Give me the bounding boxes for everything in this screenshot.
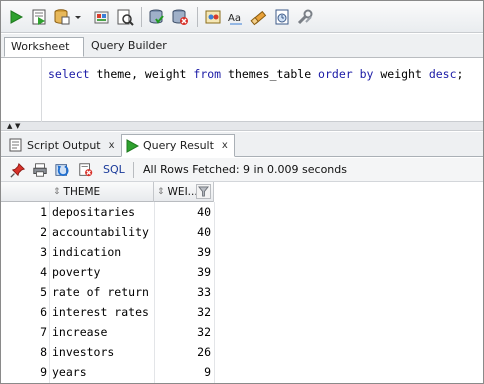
row-number: 2 (40, 225, 47, 239)
row-number: 8 (40, 345, 47, 359)
result-tab-bar: Script Output x Query Result x (1, 132, 483, 157)
column-label: WEI... (167, 186, 198, 198)
row-number: 7 (40, 325, 47, 339)
svg-text:Aa: Aa (228, 13, 241, 24)
table-row[interactable]: 6 interest rates 32 (1, 302, 214, 322)
pin-icon[interactable] (9, 161, 27, 179)
weight-cell[interactable]: 26 (154, 342, 211, 362)
result-toolbar: SQL All Rows Fetched: 9 in 0.009 seconds (1, 158, 483, 182)
tab-query-result[interactable]: Query Result x (121, 134, 235, 157)
run-statement-icon[interactable] (7, 8, 25, 26)
dropdown-arrow-icon[interactable] (73, 8, 83, 26)
row-number: 9 (40, 365, 47, 379)
theme-cell[interactable]: investors (52, 342, 154, 362)
tab-label: Script Output (27, 138, 101, 152)
close-icon[interactable]: x (222, 140, 228, 151)
case-convert-icon[interactable]: Aa (227, 8, 245, 26)
weight-cell[interactable]: 39 (154, 262, 211, 282)
collapse-down-icon[interactable]: ▼ (15, 123, 20, 130)
main-toolbar: Aa (1, 1, 483, 33)
table-row[interactable]: 3 indication 39 (1, 242, 214, 262)
column-header-theme[interactable]: ⇕ THEME (49, 182, 154, 202)
table-row[interactable]: 1 depositaries 40 (1, 202, 214, 222)
refresh-icon[interactable] (54, 161, 72, 179)
keyword-desc: desc (428, 67, 457, 81)
weight-cell[interactable]: 32 (154, 322, 211, 342)
autotrace-icon[interactable] (116, 8, 134, 26)
tuning-advisor-icon[interactable] (204, 8, 222, 26)
tab-query-builder[interactable]: Query Builder (85, 37, 173, 57)
sort-icon: ⇕ (53, 187, 61, 197)
fetch-status: All Rows Fetched: 9 in 0.009 seconds (143, 163, 347, 176)
row-number: 6 (40, 305, 47, 319)
keyword-order-by: order by (318, 67, 374, 81)
column-label: THEME (63, 186, 101, 198)
weight-cell[interactable]: 40 (154, 222, 211, 242)
sql-editor[interactable]: select theme, weight from themes_table o… (1, 58, 483, 122)
delete-query-icon[interactable] (77, 161, 95, 179)
row-number: 1 (40, 205, 47, 219)
theme-cell[interactable]: increase (52, 322, 154, 342)
keyword-from: from (193, 67, 222, 81)
weight-cell[interactable]: 32 (154, 302, 211, 322)
sql-developer-window: Aa Worksheet Query Builder select theme,… (0, 0, 484, 384)
theme-cell[interactable]: depositaries (52, 202, 154, 222)
script-output-icon (9, 138, 23, 152)
collapse-up-icon[interactable]: ▲ (7, 123, 12, 130)
table-row[interactable]: 9 years 9 (1, 362, 214, 382)
table-row[interactable]: 4 poverty 39 (1, 262, 214, 282)
code-text: themes_table (221, 67, 319, 81)
theme-cell[interactable]: indication (52, 242, 154, 262)
theme-cell[interactable]: interest rates (52, 302, 154, 322)
run-script-icon[interactable] (30, 8, 48, 26)
sql-statement[interactable]: select theme, weight from themes_table o… (48, 67, 463, 81)
tools-icon[interactable] (296, 8, 314, 26)
column-header-weight[interactable]: ⇕ WEI... (154, 182, 214, 202)
code-text: ; (456, 67, 464, 81)
history-icon[interactable] (273, 8, 291, 26)
theme-cell[interactable]: accountability (52, 222, 154, 242)
worksheet-tab-bar: Worksheet Query Builder (1, 34, 483, 58)
row-number: 4 (40, 265, 47, 279)
editor-gutter (41, 58, 42, 122)
run-statement-icon (125, 138, 139, 153)
explain-plan-icon[interactable] (148, 8, 166, 26)
filter-icon[interactable] (196, 184, 211, 199)
clear-icon[interactable] (250, 8, 268, 26)
sort-icon: ⇕ (157, 187, 165, 197)
table-row[interactable]: 8 investors 26 (1, 342, 214, 362)
keyword-select: select (48, 67, 90, 81)
rollback-icon[interactable] (171, 8, 189, 26)
theme-cell[interactable]: rate of return (52, 282, 154, 302)
weight-cell[interactable]: 9 (154, 362, 211, 382)
pane-splitter[interactable]: ▲ ▼ (1, 122, 483, 131)
table-row[interactable]: 5 rate of return 33 (1, 282, 214, 302)
theme-cell[interactable]: years (52, 362, 154, 382)
tab-worksheet[interactable]: Worksheet (4, 37, 84, 57)
table-row[interactable]: 2 accountability 40 (1, 222, 214, 242)
table-row[interactable]: 7 increase 32 (1, 322, 214, 342)
weight-cell[interactable]: 40 (154, 202, 211, 222)
close-icon[interactable]: x (109, 140, 115, 151)
tab-script-output[interactable]: Script Output x (9, 134, 115, 156)
code-text: weight (373, 67, 429, 81)
sql-button[interactable]: SQL (103, 163, 125, 176)
theme-cell[interactable]: poverty (52, 262, 154, 282)
database-cylinder-icon[interactable] (53, 8, 71, 26)
print-icon[interactable] (31, 161, 49, 179)
tab-label: Query Result (143, 139, 214, 152)
row-number: 5 (40, 285, 47, 299)
weight-cell[interactable]: 39 (154, 242, 211, 262)
row-number: 3 (40, 245, 47, 259)
grid-header: ⇕ THEME ⇕ WEI... (1, 182, 214, 202)
code-text: theme, weight (89, 67, 194, 81)
results-grid: ⇕ THEME ⇕ WEI... 1 depositaries 40 2 account… (1, 182, 483, 383)
commit-icon[interactable] (93, 8, 111, 26)
weight-cell[interactable]: 33 (154, 282, 211, 302)
